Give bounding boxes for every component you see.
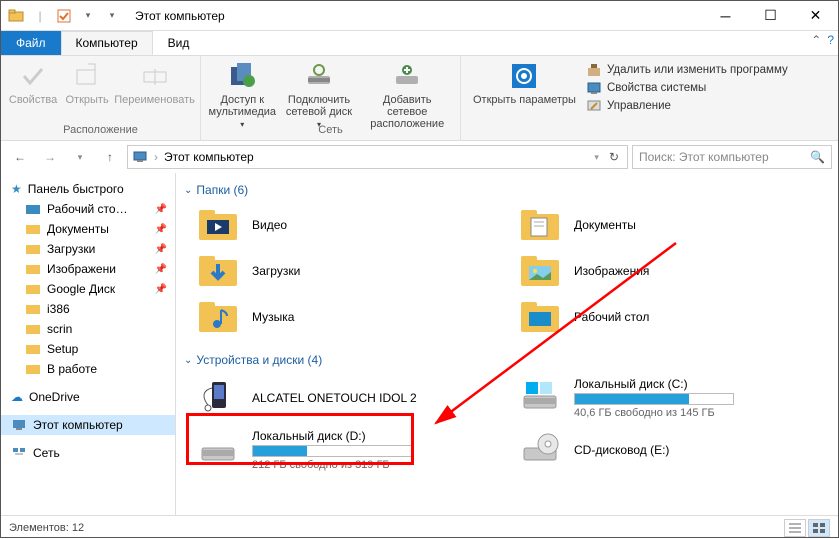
highlight-arrow	[426, 233, 686, 433]
ribbon-collapse-icon[interactable]: ⌃	[811, 33, 821, 47]
search-icon[interactable]: 🔍	[810, 150, 825, 164]
sidebar-thispc[interactable]: Этот компьютер	[1, 415, 175, 435]
qat-more-icon[interactable]: ▾	[101, 5, 123, 27]
sidebar-network[interactable]: Сеть	[1, 443, 175, 463]
folder-icon	[25, 202, 41, 216]
ribbon-manage[interactable]: Управление	[586, 98, 788, 114]
ribbon-open[interactable]: Открыть	[63, 58, 111, 108]
maximize-button[interactable]: ☐	[748, 1, 793, 31]
folder-icon	[25, 262, 41, 276]
folder-icon	[25, 302, 41, 316]
pin-icon: 📌	[155, 224, 167, 235]
rename-icon	[139, 60, 171, 92]
manage-icon	[586, 98, 602, 114]
sidebar-item-scrin[interactable]: scrin	[1, 319, 175, 339]
sidebar-item-i386[interactable]: i386	[1, 299, 175, 319]
titlebar: | ▾ ▾ Этот компьютер ─ ☐ ✕	[1, 1, 838, 31]
media-icon	[226, 60, 258, 92]
add-location-icon	[391, 60, 423, 92]
chevron-down-icon: ⌄	[184, 185, 192, 196]
main-content: ⌄Папки (6) Видео Документы Загрузки Изоб…	[176, 173, 838, 515]
folder-icon	[25, 342, 41, 356]
ribbon-group-location: Расположение	[9, 124, 192, 138]
qat-folder-icon[interactable]	[5, 5, 27, 27]
forward-button[interactable]: →	[37, 144, 63, 170]
ribbon-uninstall[interactable]: Удалить или изменить программу	[586, 62, 788, 78]
address-field[interactable]: › Этот компьютер ▾ ↻	[127, 145, 628, 169]
close-button[interactable]: ✕	[793, 1, 838, 31]
refresh-icon[interactable]: ↻	[605, 150, 623, 164]
statusbar: Элементов: 12	[1, 515, 838, 539]
view-details-button[interactable]	[784, 519, 806, 537]
tab-view[interactable]: Вид	[153, 31, 205, 55]
view-icons-button[interactable]	[808, 519, 830, 537]
cloud-icon: ☁	[11, 390, 23, 404]
folder-icon	[25, 362, 41, 376]
cd-icon	[518, 430, 562, 470]
star-icon: ★	[11, 182, 22, 196]
highlight-box	[186, 413, 414, 465]
ribbon-map-drive[interactable]: Подключить сетевой диск ▾	[282, 58, 357, 133]
checkmark-icon	[17, 60, 49, 92]
ribbon-group-network: Сеть	[209, 124, 452, 138]
device-icon	[196, 378, 240, 418]
sidebar-item-pictures[interactable]: Изображени📌	[1, 259, 175, 279]
ribbon: Свойства Открыть Переименовать Расположе…	[1, 56, 838, 141]
ribbon-media[interactable]: Доступ к мультимедиа ▾	[209, 58, 276, 133]
sysprops-icon	[586, 80, 602, 96]
folder-icon	[25, 222, 41, 236]
uninstall-icon	[586, 62, 602, 78]
folder-icon	[25, 282, 41, 296]
ribbon-rename[interactable]: Переименовать	[117, 58, 192, 108]
ribbon-add-location[interactable]: Добавить сетевое расположение	[362, 58, 452, 132]
map-drive-icon	[303, 60, 335, 92]
search-field[interactable]: Поиск: Этот компьютер 🔍	[632, 145, 832, 169]
qat-dropdown-icon[interactable]: ▾	[77, 5, 99, 27]
sidebar-item-work[interactable]: В работе	[1, 359, 175, 379]
open-icon	[71, 60, 103, 92]
up-button[interactable]: ↑	[97, 144, 123, 170]
folder-icon	[196, 207, 240, 243]
folder-icon	[25, 242, 41, 256]
sidebar-item-downloads[interactable]: Загрузки📌	[1, 239, 175, 259]
window-title: Этот компьютер	[127, 9, 703, 23]
folder-icon	[25, 322, 41, 336]
thispc-icon	[132, 149, 148, 165]
sidebar-item-desktop[interactable]: Рабочий сто…📌	[1, 199, 175, 219]
sidebar: ★ Панель быстрого Рабочий сто…📌 Документ…	[1, 173, 176, 515]
ribbon-sysprops[interactable]: Свойства системы	[586, 80, 788, 96]
tab-computer[interactable]: Компьютер	[61, 31, 153, 55]
minimize-button[interactable]: ─	[703, 1, 748, 31]
qat-divider-icon: |	[29, 5, 51, 27]
sidebar-quick-access[interactable]: ★ Панель быстрого	[1, 179, 175, 199]
pin-icon: 📌	[155, 284, 167, 295]
folder-icon	[196, 253, 240, 289]
ribbon-properties[interactable]: Свойства	[9, 58, 57, 108]
sidebar-onedrive[interactable]: ☁OneDrive	[1, 387, 175, 407]
pin-icon: 📌	[155, 264, 167, 275]
address-bar: ← → ▾ ↑ › Этот компьютер ▾ ↻ Поиск: Этот…	[1, 141, 838, 173]
thispc-icon	[11, 418, 27, 432]
tab-file[interactable]: Файл	[1, 31, 61, 55]
help-icon[interactable]: ?	[827, 33, 834, 47]
back-button[interactable]: ←	[7, 144, 33, 170]
section-folders[interactable]: ⌄Папки (6)	[176, 177, 838, 203]
folder-icon	[196, 299, 240, 335]
recent-button[interactable]: ▾	[67, 144, 93, 170]
sidebar-item-setup[interactable]: Setup	[1, 339, 175, 359]
pin-icon: 📌	[155, 244, 167, 255]
pin-icon: 📌	[155, 204, 167, 215]
qat-check-icon[interactable]	[53, 5, 75, 27]
sidebar-item-gdrive[interactable]: Google Диск📌	[1, 279, 175, 299]
gear-icon	[508, 60, 540, 92]
network-icon	[11, 446, 27, 460]
ribbon-open-settings[interactable]: Открыть параметры	[469, 58, 580, 108]
chevron-down-icon: ⌄	[184, 355, 192, 366]
status-text: Элементов: 12	[9, 522, 84, 534]
addr-dropdown-icon[interactable]: ▾	[594, 152, 599, 163]
ribbon-tabs: Файл Компьютер Вид ⌃ ?	[1, 31, 838, 56]
sidebar-item-documents[interactable]: Документы📌	[1, 219, 175, 239]
